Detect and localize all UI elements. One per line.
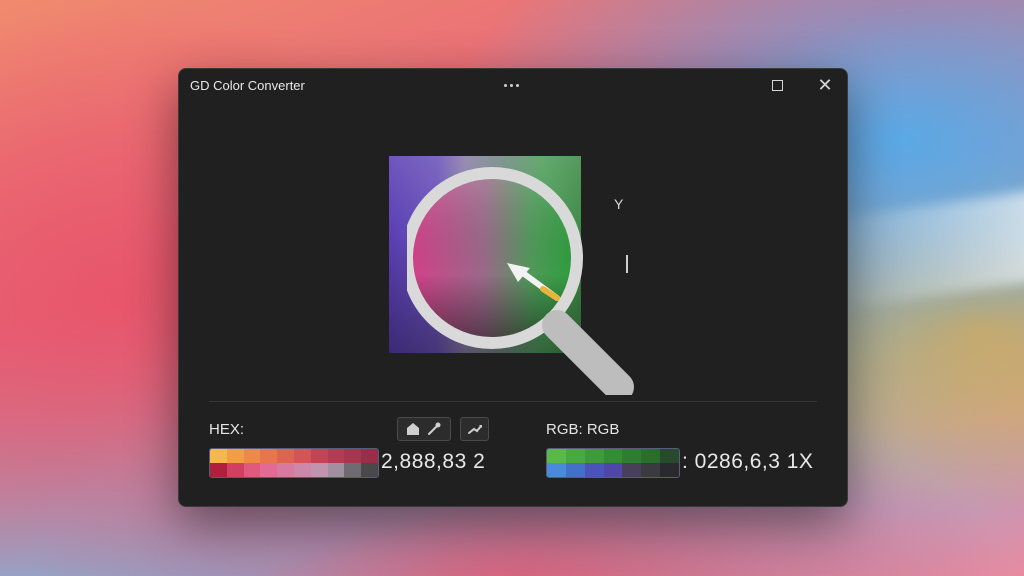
more-options-button[interactable]	[501, 75, 521, 95]
color-swatch[interactable]	[344, 463, 362, 477]
hex-swatch-palette[interactable]	[209, 448, 379, 478]
color-swatch[interactable]	[210, 449, 227, 463]
color-swatch[interactable]	[547, 449, 566, 463]
section-divider	[209, 401, 817, 402]
color-swatch[interactable]	[226, 449, 244, 463]
color-swatch[interactable]	[260, 463, 278, 477]
color-swatch[interactable]	[310, 463, 328, 477]
color-swatch[interactable]	[641, 449, 661, 463]
color-swatch[interactable]	[641, 463, 661, 477]
color-swatch[interactable]	[660, 449, 679, 463]
app-window: GD Color Converter ✕ Y HEX: RGB: RGB 2,8…	[178, 68, 848, 507]
swap-button[interactable]	[460, 417, 489, 441]
color-swatch[interactable]	[361, 463, 378, 477]
hex-label: HEX:	[209, 421, 245, 438]
color-swatch[interactable]	[260, 449, 278, 463]
color-swatch[interactable]	[226, 463, 244, 477]
color-swatch[interactable]	[584, 463, 604, 477]
text-cursor-marker	[626, 255, 628, 273]
color-swatch[interactable]	[293, 463, 311, 477]
color-swatch[interactable]	[327, 449, 345, 463]
color-swatch[interactable]	[565, 463, 585, 477]
color-swatch[interactable]	[243, 449, 261, 463]
color-swatch[interactable]	[277, 449, 294, 463]
color-swatch[interactable]	[210, 463, 227, 477]
color-swatch[interactable]	[344, 449, 362, 463]
color-swatch[interactable]	[622, 449, 642, 463]
color-swatch[interactable]	[293, 449, 311, 463]
color-swatch[interactable]	[327, 463, 345, 477]
window-title: GD Color Converter	[190, 78, 305, 93]
color-swatch[interactable]	[603, 449, 623, 463]
home-icon	[407, 423, 419, 435]
curve-arrow-icon	[467, 425, 482, 434]
color-swatch[interactable]	[660, 463, 679, 477]
color-swatch[interactable]	[603, 463, 623, 477]
close-button[interactable]: ✕	[815, 75, 835, 95]
rgb-label: RGB: RGB	[546, 421, 620, 438]
rgb-value-readout[interactable]: : 0286,6,3 1X	[682, 450, 813, 474]
title-bar[interactable]: GD Color Converter ✕	[179, 69, 847, 103]
dot-icon	[503, 83, 507, 87]
color-swatch[interactable]	[622, 463, 642, 477]
dot-icon	[515, 83, 519, 87]
hex-value-readout[interactable]: 2,888,83 2	[381, 450, 485, 474]
color-swatch[interactable]	[547, 463, 566, 477]
rgb-swatch-palette[interactable]	[546, 448, 680, 478]
color-swatch[interactable]	[584, 449, 604, 463]
color-swatch[interactable]	[565, 449, 585, 463]
pick-tools-button[interactable]	[397, 417, 451, 441]
color-swatch[interactable]	[243, 463, 261, 477]
color-swatch[interactable]	[310, 449, 328, 463]
axis-label-y: Y	[614, 196, 624, 212]
color-swatch[interactable]	[277, 463, 294, 477]
maximize-icon	[772, 80, 783, 91]
color-swatch[interactable]	[361, 449, 378, 463]
maximize-button[interactable]	[769, 77, 785, 93]
dot-icon	[509, 83, 513, 87]
eyedropper-tool-icon	[428, 422, 441, 435]
magnifier-icon[interactable]	[407, 165, 637, 395]
